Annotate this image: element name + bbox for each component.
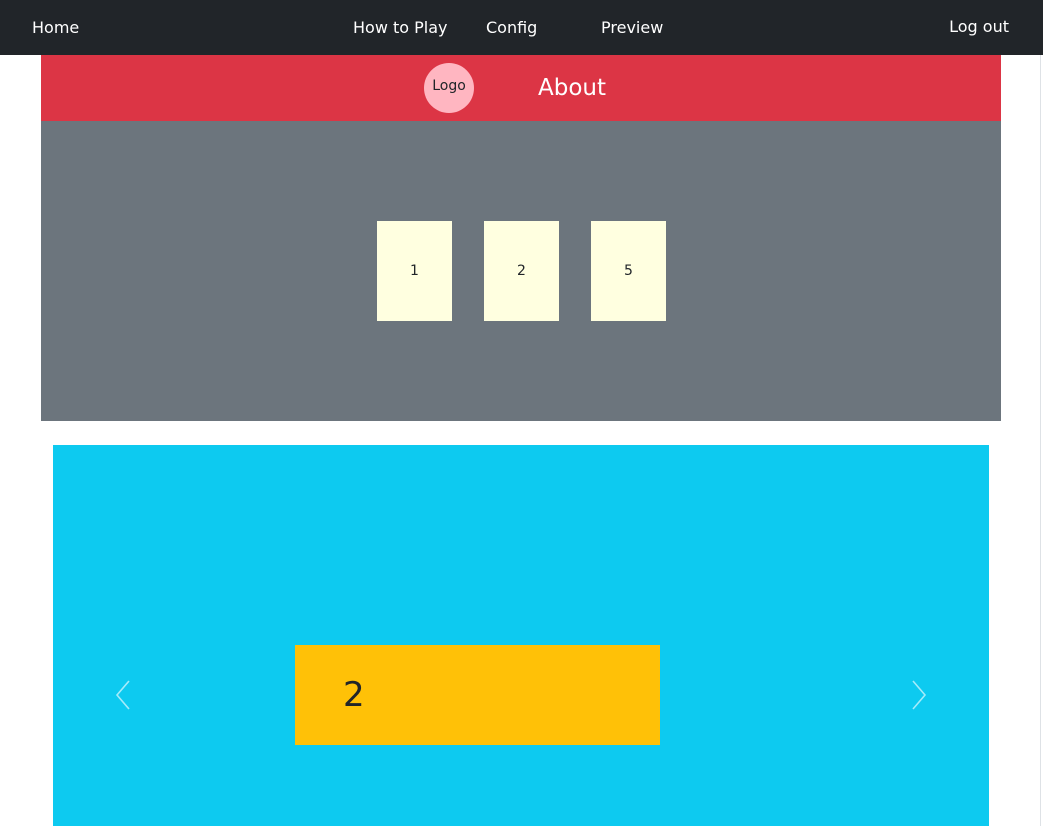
slide-text: 2 (343, 675, 365, 715)
carousel-next-button[interactable] (903, 678, 933, 712)
nav-home-link[interactable]: Home (32, 0, 79, 55)
carousel-slide: 2 (295, 645, 660, 745)
about-link[interactable]: About (538, 55, 606, 121)
chevron-right-icon (912, 680, 927, 710)
carousel: 2 (53, 445, 989, 826)
number-card[interactable]: 2 (484, 221, 559, 321)
number-card[interactable]: 1 (377, 221, 452, 321)
nav-preview-link[interactable]: Preview (601, 0, 663, 55)
number-card[interactable]: 5 (591, 221, 666, 321)
logout-link[interactable]: Log out (949, 0, 1009, 54)
chevron-left-icon (115, 680, 130, 710)
header-bar: Logo About (41, 55, 1001, 121)
scrollbar-edge (1040, 55, 1041, 826)
card-area: 1 2 5 (41, 121, 1001, 421)
nav-config-link[interactable]: Config (486, 0, 537, 55)
nav-how-to-play-link[interactable]: How to Play (353, 0, 448, 55)
logo: Logo (424, 63, 474, 113)
carousel-prev-button[interactable] (109, 678, 139, 712)
top-navbar: Home How to Play Config Preview Log out (0, 0, 1043, 55)
